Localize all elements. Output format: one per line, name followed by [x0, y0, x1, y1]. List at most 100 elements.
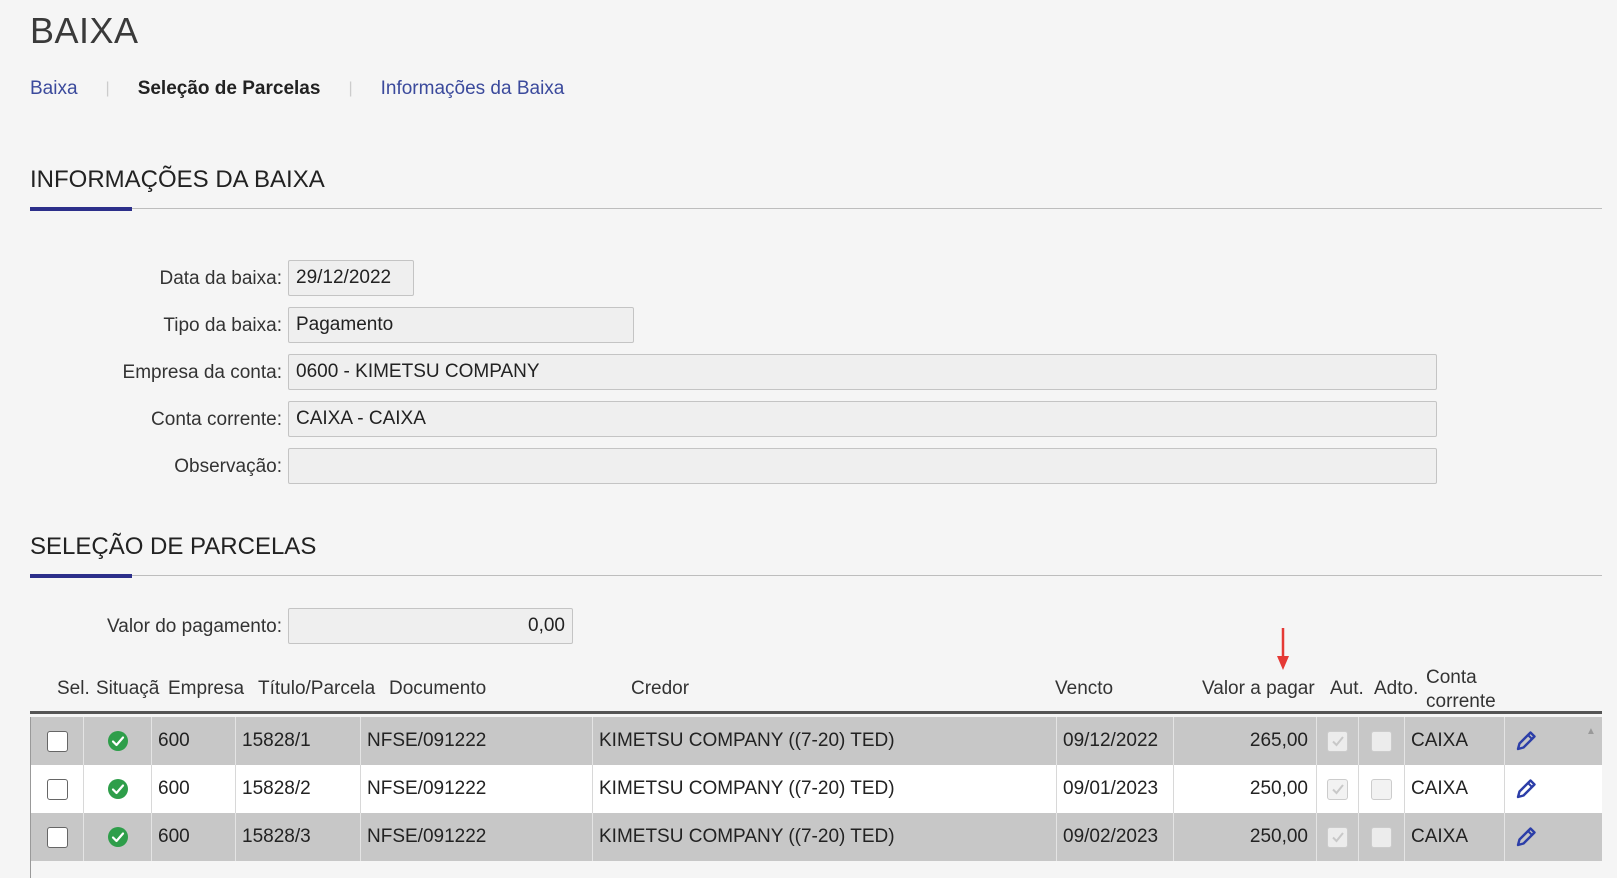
col-header-conta-line1: Conta [1426, 667, 1477, 688]
cell-titulo: 15828/3 [236, 813, 361, 861]
aut-checkbox-disabled [1327, 730, 1348, 752]
observacao-field[interactable] [288, 448, 1437, 484]
cell-conta: CAIXA [1405, 717, 1505, 765]
parcelas-section-accent [30, 574, 132, 578]
parcelas-section-title: SELEÇÃO DE PARCELAS [30, 533, 317, 560]
cell-titulo-value: 15828/2 [242, 778, 311, 799]
cell-conta-value: CAIXA [1411, 730, 1469, 751]
info-section-accent [30, 207, 132, 211]
scroll-up-arrow-icon[interactable]: ▲ [1586, 726, 1596, 737]
cell-credor: KIMETSU COMPANY ((7-20) TED) [593, 813, 1057, 861]
col-header-documento[interactable]: Documento [389, 678, 486, 700]
status-ok-icon [107, 827, 128, 847]
cell-sel [32, 765, 84, 813]
cell-aut [1317, 813, 1359, 861]
col-header-conta-corrente[interactable]: Conta corrente [1426, 666, 1496, 714]
empresa-conta-field[interactable] [288, 354, 1437, 390]
cell-valor: 250,00 [1174, 813, 1317, 861]
aut-checkbox-disabled [1327, 826, 1348, 848]
cell-sel [32, 813, 84, 861]
cell-aut [1317, 765, 1359, 813]
cell-titulo: 15828/1 [236, 717, 361, 765]
table-row[interactable]: 600 15828/3 NFSE/091222 KIMETSU COMPANY ((7… [30, 813, 1602, 861]
col-header-vencto[interactable]: Vencto [1055, 678, 1113, 700]
cell-conta-value: CAIXA [1411, 826, 1469, 847]
col-header-conta-line2: corrente [1426, 691, 1496, 712]
edit-pencil-icon[interactable] [1513, 728, 1539, 754]
cell-adto [1359, 765, 1405, 813]
tipo-baixa-label: Tipo da baixa: [163, 315, 282, 336]
cell-titulo-value: 15828/3 [242, 826, 311, 847]
cell-vencto-value: 09/02/2023 [1063, 826, 1159, 847]
row-select-checkbox[interactable] [47, 730, 68, 752]
breadcrumb-separator: | [348, 80, 353, 97]
adto-checkbox-disabled [1371, 826, 1392, 848]
col-header-aut[interactable]: Aut. [1330, 678, 1364, 700]
cell-status [84, 717, 152, 765]
table-row[interactable]: 600 15828/1 NFSE/091222 KIMETSU COMPANY ((7… [30, 717, 1602, 765]
col-header-adto[interactable]: Adto. [1374, 678, 1418, 700]
info-section-title: INFORMAÇÕES DA BAIXA [30, 166, 325, 193]
cell-conta: CAIXA [1405, 813, 1505, 861]
cell-vencto-value: 09/01/2023 [1063, 778, 1159, 799]
parcelas-section-divider [30, 575, 1602, 576]
row-select-checkbox[interactable] [47, 826, 68, 848]
cell-credor-value: KIMETSU COMPANY ((7-20) TED) [599, 778, 895, 799]
edit-pencil-icon[interactable] [1513, 776, 1539, 802]
cell-vencto: 09/12/2022 [1057, 717, 1174, 765]
valor-pagamento-field[interactable] [288, 608, 573, 644]
tipo-baixa-field[interactable] [288, 307, 634, 343]
cell-sel [32, 717, 84, 765]
cell-adto [1359, 813, 1405, 861]
cell-valor: 250,00 [1174, 765, 1317, 813]
edit-pencil-icon[interactable] [1513, 824, 1539, 850]
conta-corrente-label: Conta corrente: [151, 409, 282, 430]
cell-valor-value: 250,00 [1249, 778, 1308, 799]
cell-empresa-value: 600 [158, 826, 190, 847]
cell-documento: NFSE/091222 [361, 717, 593, 765]
page-title: BAIXA [30, 10, 139, 51]
cell-vencto: 09/01/2023 [1057, 765, 1174, 813]
breadcrumb-item-informacoes-baixa[interactable]: Informações da Baixa [381, 78, 565, 100]
table-row[interactable]: 600 15828/2 NFSE/091222 KIMETSU COMPANY ((7… [30, 765, 1602, 813]
check-icon [1331, 736, 1344, 747]
parcelas-table-header: Sel. Situaçã Empresa Título/Parcela Docu… [30, 664, 1602, 714]
col-header-valor-pagar[interactable]: Valor a pagar [1202, 678, 1315, 700]
data-baixa-field[interactable] [288, 260, 414, 296]
cell-valor-value: 265,00 [1249, 730, 1308, 751]
cell-titulo-value: 15828/1 [242, 730, 311, 751]
breadcrumb: Baixa | Seleção de Parcelas | Informaçõe… [30, 78, 564, 100]
adto-checkbox-disabled [1371, 730, 1392, 752]
cell-documento-value: NFSE/091222 [367, 826, 487, 847]
info-section-divider [30, 208, 1602, 209]
conta-corrente-field[interactable] [288, 401, 1437, 437]
adto-checkbox-disabled [1371, 778, 1392, 800]
row-select-checkbox[interactable] [47, 778, 68, 800]
cell-credor: KIMETSU COMPANY ((7-20) TED) [593, 765, 1057, 813]
col-header-titulo[interactable]: Título/Parcela [258, 678, 375, 700]
col-header-credor[interactable]: Credor [631, 678, 689, 700]
col-header-empresa[interactable]: Empresa [168, 678, 244, 700]
col-header-situacao[interactable]: Situaçã [96, 678, 164, 700]
cell-vencto-value: 09/12/2022 [1063, 730, 1159, 751]
cell-adto [1359, 717, 1405, 765]
empresa-conta-label: Empresa da conta: [122, 362, 282, 383]
cell-vencto: 09/02/2023 [1057, 813, 1174, 861]
breadcrumb-item-baixa[interactable]: Baixa [30, 78, 78, 100]
cell-documento-value: NFSE/091222 [367, 778, 487, 799]
col-header-sel[interactable]: Sel. [57, 678, 90, 700]
cell-valor: 265,00 [1174, 717, 1317, 765]
breadcrumb-separator: | [105, 80, 110, 97]
status-ok-icon [107, 779, 128, 799]
table-left-border [30, 861, 31, 878]
cell-credor: KIMETSU COMPANY ((7-20) TED) [593, 717, 1057, 765]
check-icon [1331, 784, 1344, 795]
cell-status [84, 765, 152, 813]
cell-empresa: 600 [152, 765, 236, 813]
valor-pagamento-label: Valor do pagamento: [107, 616, 282, 637]
breadcrumb-item-selecao-parcelas[interactable]: Seleção de Parcelas [138, 78, 321, 100]
data-baixa-label: Data da baixa: [159, 268, 282, 289]
cell-documento: NFSE/091222 [361, 765, 593, 813]
cell-aut [1317, 717, 1359, 765]
cell-documento-value: NFSE/091222 [367, 730, 487, 751]
